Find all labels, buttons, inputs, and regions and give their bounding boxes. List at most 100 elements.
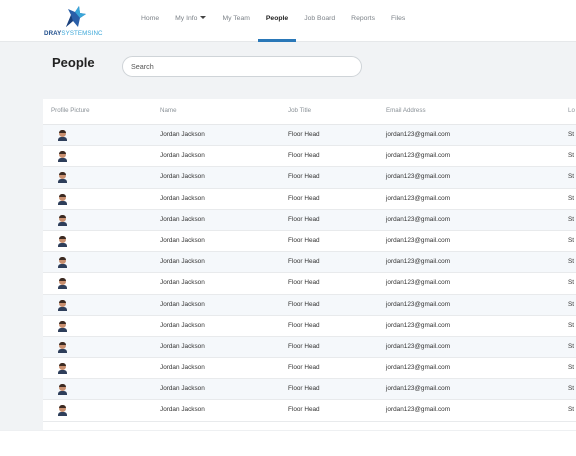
cell-email[interactable]: jordan123@gmail.com xyxy=(386,358,450,378)
user-avatar-icon[interactable] xyxy=(58,341,67,353)
user-avatar-icon[interactable] xyxy=(58,151,67,163)
cell-email[interactable]: jordan123@gmail.com xyxy=(386,210,450,230)
table-body: Jordan Jackson Floor Head jordan123@gmail.… xyxy=(43,125,576,422)
table-row[interactable]: Jordan Jackson Floor Head jordan123@gmail.… xyxy=(43,400,576,422)
cell-email[interactable]: jordan123@gmail.com xyxy=(386,316,450,336)
nav-item-job-board[interactable]: Job Board xyxy=(296,0,343,42)
user-avatar-icon[interactable] xyxy=(58,363,67,375)
cell-email[interactable]: jordan123@gmail.com xyxy=(386,400,450,420)
nav-item-files[interactable]: Files xyxy=(383,0,413,42)
cell-location: St xyxy=(568,173,575,181)
table-row[interactable]: Jordan Jackson Floor Head jordan123@gmail.… xyxy=(43,125,576,147)
search-input[interactable] xyxy=(122,56,362,77)
user-avatar-icon[interactable] xyxy=(58,235,67,247)
user-avatar-icon[interactable] xyxy=(58,299,67,311)
table-row[interactable]: Jordan Jackson Floor Head jordan123@gmail.… xyxy=(43,231,576,253)
caret-down-icon xyxy=(200,15,207,19)
table-row[interactable]: Jordan Jackson Floor Head jordan123@gmail.… xyxy=(43,146,576,168)
cell-job-title: Floor Head xyxy=(288,236,320,244)
cell-name: Jordan Jackson xyxy=(160,236,205,244)
cell-job-title: Floor Head xyxy=(288,300,320,308)
cell-location: St xyxy=(568,321,575,329)
table-row[interactable]: Jordan Jackson Floor Head jordan123@gmail.… xyxy=(43,209,576,231)
main-nav: Home My Info My Team People Job Board Re… xyxy=(133,0,413,42)
header-email[interactable]: Email Address xyxy=(386,99,426,123)
table-row[interactable]: Jordan Jackson Floor Head jordan123@gmail.… xyxy=(43,273,576,295)
table-row[interactable]: Jordan Jackson Floor Head jordan123@gmail.… xyxy=(43,316,576,337)
cell-email[interactable]: jordan123@gmail.com xyxy=(386,252,450,272)
cell-email[interactable]: jordan123@gmail.com xyxy=(386,146,450,166)
cell-email[interactable]: jordan123@gmail.com xyxy=(386,337,450,357)
user-avatar-icon[interactable] xyxy=(58,278,67,290)
nav-item-people[interactable]: People xyxy=(257,0,297,42)
cell-name: Jordan Jackson xyxy=(160,152,205,160)
header-name[interactable]: Name xyxy=(160,99,177,123)
cell-email[interactable]: jordan123@gmail.com xyxy=(386,273,450,293)
nav-item-my-team[interactable]: My Team xyxy=(214,0,257,42)
table-header: Profile Picture Name Job Title Email Add… xyxy=(43,99,576,125)
table-row[interactable]: Jordan Jackson Floor Head jordan123@gmail.… xyxy=(43,294,576,316)
header-location[interactable]: Lo xyxy=(568,99,575,123)
top-navbar: DRAYSYSTEMSINC Home My Info My Team Peop… xyxy=(0,0,576,42)
cell-name: Jordan Jackson xyxy=(160,194,205,202)
cell-name: Jordan Jackson xyxy=(160,342,205,350)
user-avatar-icon[interactable] xyxy=(58,214,67,226)
cell-job-title: Floor Head xyxy=(288,215,320,223)
user-avatar-icon[interactable] xyxy=(58,172,67,184)
cell-name: Jordan Jackson xyxy=(160,300,205,308)
nav-item-my-info[interactable]: My Info xyxy=(167,0,214,42)
page-title: People xyxy=(52,55,95,70)
cell-job-title: Floor Head xyxy=(288,385,320,393)
nav-item-home[interactable]: Home xyxy=(133,0,167,42)
user-avatar-icon[interactable] xyxy=(58,320,67,332)
cell-name: Jordan Jackson xyxy=(160,131,205,138)
cell-name: Jordan Jackson xyxy=(160,406,205,414)
cell-job-title: Floor Head xyxy=(288,321,320,329)
user-avatar-icon[interactable] xyxy=(58,257,67,269)
cell-location: St xyxy=(568,364,575,372)
cell-job-title: Floor Head xyxy=(288,131,320,138)
cell-location: St xyxy=(568,342,575,350)
cell-location: St xyxy=(568,131,575,138)
cell-job-title: Floor Head xyxy=(288,152,320,160)
cell-name: Jordan Jackson xyxy=(160,279,205,287)
cell-location: St xyxy=(568,279,575,287)
user-avatar-icon[interactable] xyxy=(58,193,67,205)
table-row[interactable]: Jordan Jackson Floor Head jordan123@gmail.… xyxy=(43,379,576,401)
people-table: Profile Picture Name Job Title Email Add… xyxy=(43,99,576,430)
nav-item-reports[interactable]: Reports xyxy=(343,0,383,42)
cell-job-title: Floor Head xyxy=(288,364,320,372)
user-avatar-icon[interactable] xyxy=(58,405,67,417)
cell-location: St xyxy=(568,258,575,266)
cell-name: Jordan Jackson xyxy=(160,258,205,266)
cell-email[interactable]: jordan123@gmail.com xyxy=(386,125,450,145)
table-row[interactable]: Jordan Jackson Floor Head jordan123@gmail.… xyxy=(43,336,576,359)
cell-location: St xyxy=(568,152,575,160)
cell-email[interactable]: jordan123@gmail.com xyxy=(386,167,450,187)
user-avatar-icon[interactable] xyxy=(58,130,67,141)
header-profile-picture[interactable]: Profile Picture xyxy=(51,99,90,123)
divider xyxy=(0,430,576,431)
main-content: People Profile Picture Name Job Title Em… xyxy=(0,42,576,430)
brand-name: DRAYSYSTEMSINC xyxy=(44,30,103,37)
cell-name: Jordan Jackson xyxy=(160,364,205,372)
cell-email[interactable]: jordan123@gmail.com xyxy=(386,295,450,315)
cell-location: St xyxy=(568,300,575,308)
brand-logo[interactable]: DRAYSYSTEMSINC xyxy=(44,5,108,39)
cell-email[interactable]: jordan123@gmail.com xyxy=(386,189,450,209)
dray-bird-logo-icon xyxy=(66,6,86,27)
cell-email[interactable]: jordan123@gmail.com xyxy=(386,379,450,399)
cell-job-title: Floor Head xyxy=(288,342,320,350)
cell-location: St xyxy=(568,215,575,223)
table-row[interactable]: Jordan Jackson Floor Head jordan123@gmail.… xyxy=(43,252,576,274)
header-job-title[interactable]: Job Title xyxy=(288,99,311,123)
cell-name: Jordan Jackson xyxy=(160,385,205,393)
user-avatar-icon[interactable] xyxy=(58,384,67,396)
table-row[interactable]: Jordan Jackson Floor Head jordan123@gmail.… xyxy=(43,358,576,380)
cell-location: St xyxy=(568,236,575,244)
cell-name: Jordan Jackson xyxy=(160,215,205,223)
table-row[interactable]: Jordan Jackson Floor Head jordan123@gmail.… xyxy=(43,189,576,210)
cell-location: St xyxy=(568,406,575,414)
cell-email[interactable]: jordan123@gmail.com xyxy=(386,231,450,251)
table-row[interactable]: Jordan Jackson Floor Head jordan123@gmail.… xyxy=(43,167,576,189)
